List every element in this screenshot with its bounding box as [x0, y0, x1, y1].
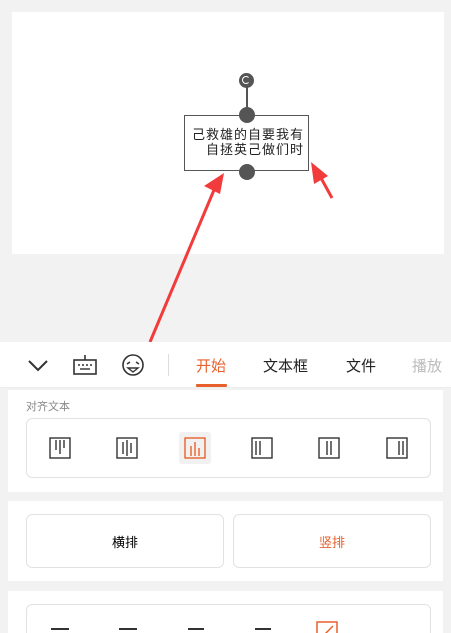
arrow-right-head: [311, 162, 328, 184]
outdent-icon[interactable]: [255, 628, 271, 630]
align-right-icon[interactable]: [381, 432, 413, 464]
align-left-icon[interactable]: [246, 432, 278, 464]
indent-icon[interactable]: [188, 628, 204, 630]
line-spacing-icon[interactable]: [51, 628, 69, 630]
resize-box-icon[interactable]: [314, 619, 340, 633]
arrow-left-head: [204, 173, 224, 194]
align-center-icon[interactable]: [313, 432, 345, 464]
collapse-chevron-icon[interactable]: [25, 352, 51, 378]
paragraph-spacing-icon[interactable]: [119, 628, 137, 630]
arrow-right-line: [319, 177, 334, 199]
horizontal-text-button[interactable]: 横排: [26, 514, 224, 568]
keyboard-icon[interactable]: [72, 352, 98, 378]
bottom-toolbar: 开始 文本框 文件 播放: [0, 342, 451, 388]
align-bottom-icon[interactable]: [179, 432, 211, 464]
align-options: [26, 418, 431, 478]
emoji-face-icon[interactable]: [120, 352, 146, 378]
vertical-text-button[interactable]: 竖排: [233, 514, 431, 568]
tab-textbox[interactable]: 文本框: [263, 355, 308, 376]
spacing-options: [26, 604, 431, 633]
active-tab-indicator: [196, 384, 227, 387]
tab-play[interactable]: 播放: [412, 355, 451, 376]
section-label-align: 对齐文本: [26, 400, 70, 413]
align-top-icon[interactable]: [44, 432, 76, 464]
tab-start[interactable]: 开始: [196, 355, 226, 376]
toolbar-separator: [168, 354, 169, 376]
tab-file[interactable]: 文件: [346, 355, 376, 376]
align-middle-icon[interactable]: [111, 432, 143, 464]
arrow-left-line: [148, 189, 216, 343]
